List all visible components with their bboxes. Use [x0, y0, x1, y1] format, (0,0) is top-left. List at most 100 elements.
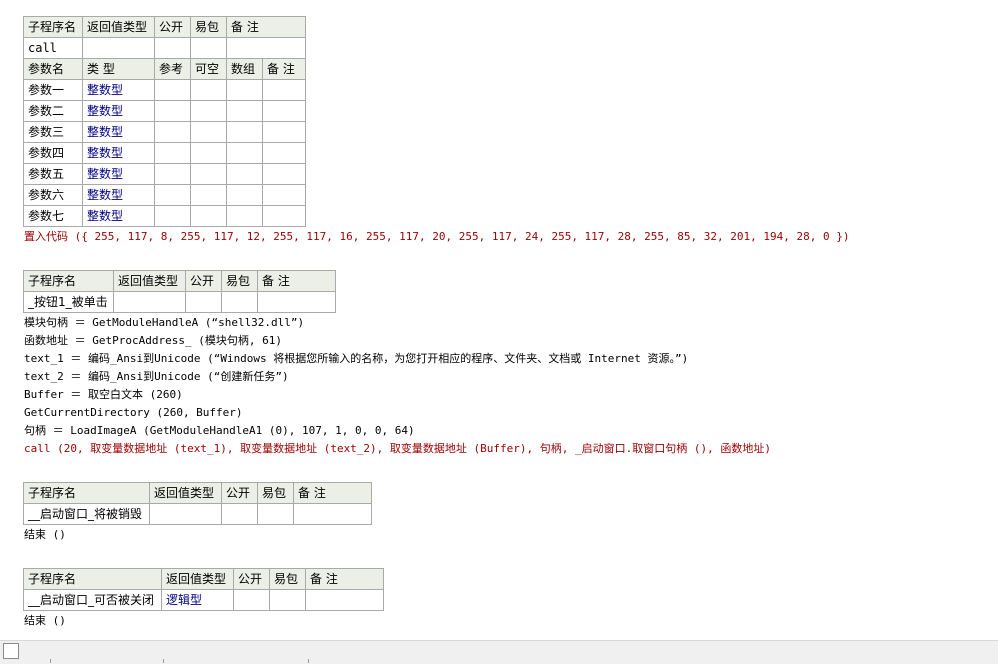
sub2-note-cell[interactable] — [257, 291, 336, 313]
sub1-code-line[interactable]: 置入代码 ({ 255, 117, 8, 255, 117, 12, 255, … — [24, 228, 849, 246]
param-name[interactable]: 参数六 — [23, 184, 83, 206]
sub2-name-row[interactable]: _按钮1_被单击 — [23, 291, 336, 313]
sub3-name-cell[interactable]: __启动窗口_将被销毁 — [23, 503, 150, 525]
sub4-name-row[interactable]: __启动窗口_可否被关闭 逻辑型 — [23, 589, 384, 611]
sub1-public-cell[interactable] — [154, 37, 191, 59]
status-divider — [50, 659, 51, 663]
sub1-header-easypkg: 易包 — [190, 16, 227, 38]
sub4-header-public: 公开 — [233, 568, 270, 590]
param-type[interactable]: 整数型 — [82, 184, 155, 206]
sub1-note-cell[interactable] — [225, 37, 307, 59]
sub4-public-cell[interactable] — [233, 589, 270, 611]
param-array[interactable] — [226, 121, 263, 143]
param-nullable[interactable] — [190, 100, 227, 122]
code-line[interactable]: 模块句柄 ＝ GetModuleHandleA (“shell32.dll”) — [24, 314, 304, 332]
param-array[interactable] — [226, 205, 263, 227]
code-line[interactable]: call (20, 取变量数据地址 (text_1), 取变量数据地址 (tex… — [24, 440, 771, 458]
param-note[interactable] — [261, 184, 307, 206]
param-ref[interactable] — [154, 142, 191, 164]
sub3-header-public: 公开 — [221, 482, 258, 504]
param-ref[interactable] — [154, 100, 191, 122]
param-ref[interactable] — [154, 163, 191, 185]
param-row[interactable]: 参数一 整数型 — [23, 79, 307, 101]
sub1-name-cell[interactable]: call — [23, 37, 83, 59]
param-row[interactable]: 参数四 整数型 — [23, 142, 307, 164]
param-array[interactable] — [226, 142, 263, 164]
param-array[interactable] — [226, 163, 263, 185]
param-array[interactable] — [226, 79, 263, 101]
param-ref[interactable] — [154, 121, 191, 143]
param-array[interactable] — [226, 100, 263, 122]
param-note[interactable] — [261, 163, 307, 185]
param-note[interactable] — [261, 79, 307, 101]
param-nullable[interactable] — [190, 79, 227, 101]
code-line[interactable]: 句柄 ＝ LoadImageA (GetModuleHandleA1 (0), … — [24, 422, 415, 440]
param-ref[interactable] — [154, 205, 191, 227]
param-nullable[interactable] — [190, 184, 227, 206]
code-line[interactable]: text_1 ＝ 编码_Ansi到Unicode (“Windows 将根据您所… — [24, 350, 688, 368]
sub3-public-cell[interactable] — [221, 503, 258, 525]
sub3-code-line[interactable]: 结束 () — [24, 526, 66, 544]
param-row[interactable]: 参数三 整数型 — [23, 121, 307, 143]
sub1-param-header-row: 参数名 类 型 参考 可空 数组 备 注 — [23, 58, 307, 80]
sub2-header-easypkg: 易包 — [221, 270, 258, 292]
sub4-header-easypkg: 易包 — [269, 568, 306, 590]
param-nullable[interactable] — [190, 121, 227, 143]
sub1-name-row[interactable]: call — [23, 37, 307, 59]
sub4-return-cell[interactable]: 逻辑型 — [161, 589, 234, 611]
param-name[interactable]: 参数二 — [23, 100, 83, 122]
param-row[interactable]: 参数六 整数型 — [23, 184, 307, 206]
sub3-name-row[interactable]: __启动窗口_将被销毁 — [23, 503, 372, 525]
param-header-type: 类 型 — [82, 58, 155, 80]
code-line[interactable]: GetCurrentDirectory (260, Buffer) — [24, 404, 243, 422]
sub1-return-cell[interactable] — [82, 37, 155, 59]
sub1-header-name: 子程序名 — [23, 16, 83, 38]
code-line[interactable]: 函数地址 ＝ GetProcAddress_ (模块句柄, 61) — [24, 332, 282, 350]
param-array[interactable] — [226, 184, 263, 206]
param-name[interactable]: 参数五 — [23, 163, 83, 185]
param-name[interactable]: 参数三 — [23, 121, 83, 143]
sub2-easypkg-cell[interactable] — [221, 291, 258, 313]
param-note[interactable] — [261, 121, 307, 143]
sub3-easypkg-cell[interactable] — [257, 503, 294, 525]
checkbox-icon[interactable] — [3, 643, 19, 659]
param-name[interactable]: 参数一 — [23, 79, 83, 101]
param-nullable[interactable] — [190, 163, 227, 185]
param-note[interactable] — [261, 205, 307, 227]
code-line[interactable]: text_2 ＝ 编码_Ansi到Unicode (“创建新任务”) — [24, 368, 289, 386]
sub4-code-line[interactable]: 结束 () — [24, 612, 66, 630]
sub2-return-cell[interactable] — [113, 291, 186, 313]
param-type[interactable]: 整数型 — [82, 121, 155, 143]
param-type[interactable]: 整数型 — [82, 142, 155, 164]
sub1-table: 子程序名 返回值类型 公开 易包 备 注 call 参数名 类 型 参考 可空 … — [23, 16, 307, 227]
code-line[interactable]: Buffer ＝ 取空白文本 (260) — [24, 386, 183, 404]
sub3-header-easypkg: 易包 — [257, 482, 294, 504]
param-nullable[interactable] — [190, 142, 227, 164]
sub4-note-cell[interactable] — [305, 589, 384, 611]
param-note[interactable] — [261, 100, 307, 122]
sub1-easypkg-cell[interactable] — [190, 37, 227, 59]
param-type[interactable]: 整数型 — [82, 163, 155, 185]
sub4-header-row: 子程序名 返回值类型 公开 易包 备 注 — [23, 568, 384, 590]
param-ref[interactable] — [154, 79, 191, 101]
sub4-easypkg-cell[interactable] — [269, 589, 306, 611]
param-note[interactable] — [261, 142, 307, 164]
sub3-note-cell[interactable] — [293, 503, 372, 525]
param-type[interactable]: 整数型 — [82, 79, 155, 101]
param-nullable[interactable] — [190, 205, 227, 227]
param-type[interactable]: 整数型 — [82, 205, 155, 227]
sub1-header-public: 公开 — [154, 16, 191, 38]
param-name[interactable]: 参数四 — [23, 142, 83, 164]
sub2-name-cell[interactable]: _按钮1_被单击 — [23, 291, 114, 313]
sub2-public-cell[interactable] — [185, 291, 222, 313]
param-type[interactable]: 整数型 — [82, 100, 155, 122]
param-row[interactable]: 参数五 整数型 — [23, 163, 307, 185]
param-row[interactable]: 参数七 整数型 — [23, 205, 307, 227]
sub3-return-cell[interactable] — [149, 503, 222, 525]
param-ref[interactable] — [154, 184, 191, 206]
sub1-header-note: 备 注 — [225, 16, 307, 38]
param-row[interactable]: 参数二 整数型 — [23, 100, 307, 122]
sub2-header-row: 子程序名 返回值类型 公开 易包 备 注 — [23, 270, 336, 292]
sub4-name-cell[interactable]: __启动窗口_可否被关闭 — [23, 589, 162, 611]
param-name[interactable]: 参数七 — [23, 205, 83, 227]
